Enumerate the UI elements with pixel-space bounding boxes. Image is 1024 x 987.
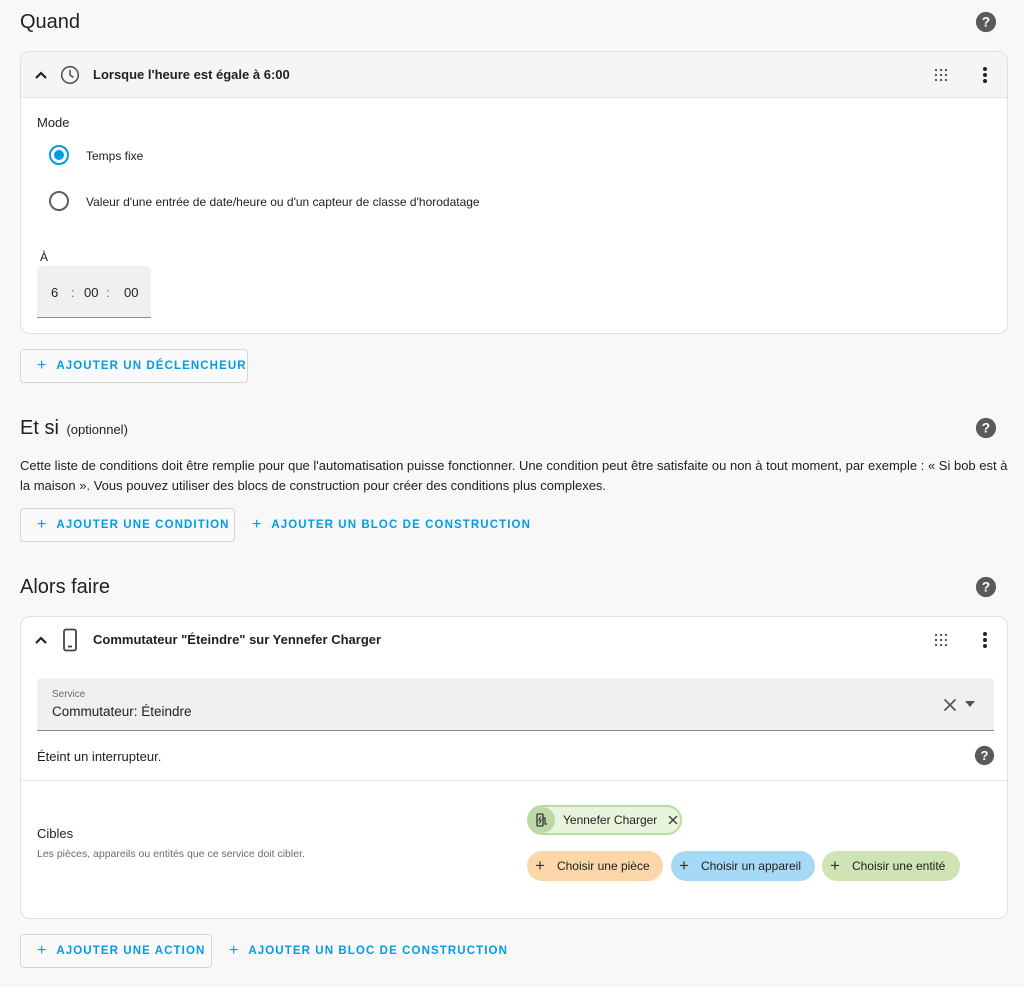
plus-icon: + — [37, 942, 47, 959]
add-condition-label: AJOUTER UNE CONDITION — [56, 519, 230, 531]
dots-vertical-icon[interactable] — [977, 65, 993, 85]
choose-entity-label: Choisir une entité — [851, 859, 946, 873]
menu-down-icon[interactable] — [965, 701, 975, 707]
add-condition-block-button[interactable]: + AJOUTER UN BLOC DE CONSTRUCTION — [252, 508, 531, 542]
add-action-block-button[interactable]: + AJOUTER UN BLOC DE CONSTRUCTION — [229, 934, 508, 968]
time-separator: : — [71, 285, 75, 300]
time-minutes[interactable]: 00 — [84, 285, 98, 300]
trigger-card-header[interactable]: Lorsque l'heure est égale à 6:00 — [21, 52, 1007, 98]
chevron-up-icon[interactable] — [33, 632, 49, 648]
add-trigger-button[interactable]: + AJOUTER UN DÉCLENCHEUR — [20, 349, 248, 383]
close-icon[interactable] — [668, 815, 678, 825]
conditions-description: Cette liste de conditions doit être remp… — [20, 458, 1008, 493]
radio-fixed-time[interactable] — [49, 145, 69, 165]
choose-room-label: Choisir une pièce — [556, 859, 650, 873]
service-value: Commutateur: Éteindre — [52, 704, 192, 719]
time-input[interactable]: 6 : 00 : 00 — [37, 266, 151, 318]
help-circle-icon[interactable]: ? — [975, 11, 997, 33]
divider — [21, 780, 1007, 781]
help-circle-icon[interactable]: ? — [975, 576, 997, 598]
plus-icon: + — [37, 516, 47, 533]
cellphone-icon — [63, 628, 77, 652]
conditions-optional: (optionnel) — [66, 422, 128, 437]
clock-icon — [60, 65, 80, 85]
target-chip-label: Yennefer Charger — [563, 813, 658, 827]
svg-text:?: ? — [982, 580, 990, 595]
time-separator: : — [106, 285, 110, 300]
plus-icon: + — [830, 856, 840, 875]
targets-description: Les pièces, appareils ou entités que ce … — [37, 848, 305, 860]
plus-icon: + — [252, 516, 262, 533]
help-circle-icon[interactable]: ? — [974, 745, 995, 766]
action-card-header[interactable]: Commutateur "Éteindre" sur Yennefer Char… — [21, 617, 1007, 663]
service-select[interactable]: Service Commutateur: Éteindre — [37, 678, 994, 731]
actions-title: Alors faire — [20, 576, 111, 598]
add-action-button[interactable]: + AJOUTER UNE ACTION — [20, 934, 212, 968]
radio-input-value[interactable] — [49, 191, 69, 211]
radio-fixed-time-label[interactable]: Temps fixe — [86, 149, 143, 163]
action-card-title: Commutateur "Éteindre" sur Yennefer Char… — [93, 632, 382, 647]
at-label: À — [40, 250, 49, 264]
choose-entity-button[interactable]: + Choisir une entité — [822, 851, 960, 881]
help-circle-icon[interactable]: ? — [975, 417, 997, 439]
add-condition-block-label: AJOUTER UN BLOC DE CONSTRUCTION — [271, 519, 531, 531]
choose-device-label: Choisir un appareil — [700, 859, 801, 873]
time-hours[interactable]: 6 — [51, 285, 58, 300]
radio-input-value-label[interactable]: Valeur d'une entrée de date/heure ou d'u… — [86, 195, 480, 209]
conditions-title-text: Et si — [20, 417, 59, 439]
choose-room-button[interactable]: + Choisir une pièce — [527, 851, 663, 881]
target-chip-yennefer-charger[interactable]: Yennefer Charger — [527, 805, 682, 835]
plus-icon: + — [535, 856, 545, 875]
dots-vertical-icon[interactable] — [977, 630, 993, 650]
plus-icon: + — [229, 942, 239, 959]
svg-text:?: ? — [980, 748, 988, 763]
action-card: Commutateur "Éteindre" sur Yennefer Char… — [20, 616, 1008, 919]
svg-text:?: ? — [982, 15, 990, 30]
conditions-title: Et si (optionnel) — [20, 417, 128, 440]
mode-label: Mode — [37, 115, 70, 130]
service-description: Éteint un interrupteur. — [37, 749, 162, 764]
add-trigger-label: AJOUTER UN DÉCLENCHEUR — [56, 360, 247, 372]
drag-handle-icon[interactable] — [934, 633, 948, 647]
targets-label: Cibles — [37, 826, 74, 841]
trigger-card: Lorsque l'heure est égale à 6:00 Mode Te… — [20, 51, 1008, 334]
ev-charger-icon — [529, 807, 555, 833]
triggers-title: Quand — [20, 11, 81, 33]
time-seconds[interactable]: 00 — [124, 285, 138, 300]
chevron-up-icon[interactable] — [33, 67, 49, 83]
add-action-label: AJOUTER UNE ACTION — [56, 945, 206, 957]
choose-device-button[interactable]: + Choisir un appareil — [671, 851, 815, 881]
service-label: Service — [52, 689, 86, 700]
close-icon[interactable] — [943, 698, 957, 712]
drag-handle-icon[interactable] — [934, 68, 948, 82]
svg-text:?: ? — [982, 421, 990, 436]
trigger-card-title: Lorsque l'heure est égale à 6:00 — [93, 67, 290, 82]
add-action-block-label: AJOUTER UN BLOC DE CONSTRUCTION — [248, 945, 508, 957]
plus-icon: + — [679, 856, 689, 875]
add-condition-button[interactable]: + AJOUTER UNE CONDITION — [20, 508, 235, 542]
plus-icon: + — [37, 357, 47, 374]
